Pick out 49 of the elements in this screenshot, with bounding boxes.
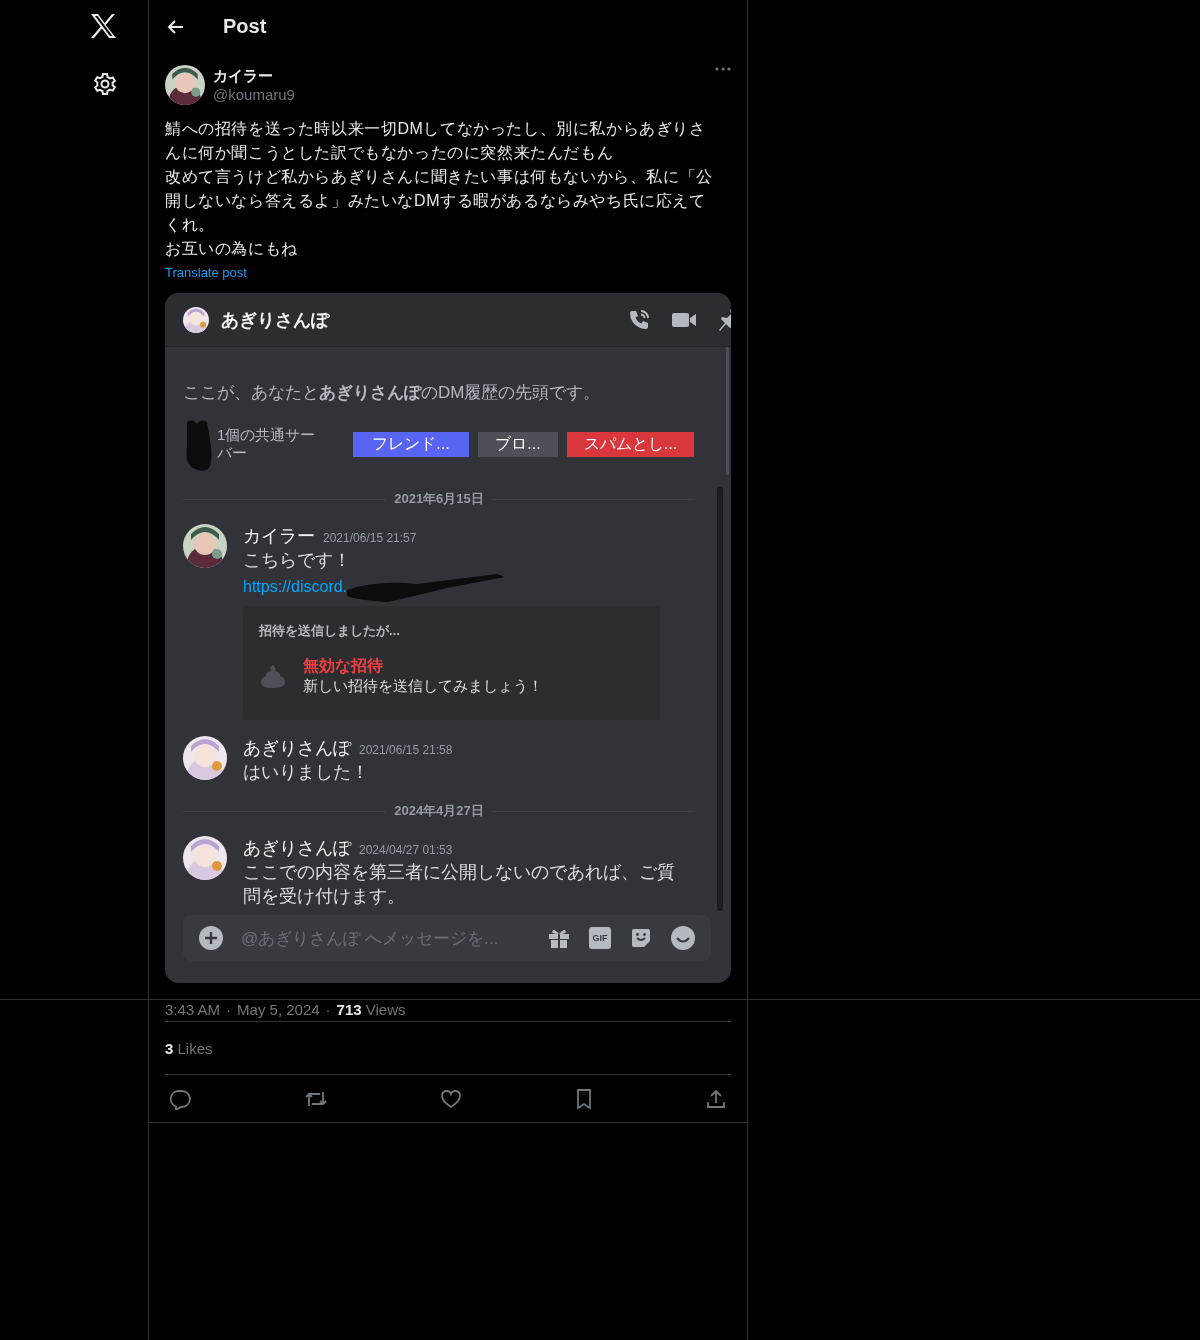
- emoji-icon[interactable]: [671, 926, 695, 950]
- message-text: ここでの内容を第三者に公開しないのであれば、ご質問を受け付けます。: [243, 861, 675, 908]
- likes-count[interactable]: 3 Likes: [165, 1039, 213, 1057]
- sticker-icon[interactable]: [629, 926, 653, 950]
- x-logo-icon[interactable]: [89, 12, 117, 40]
- view-count: 713 Views: [336, 1000, 406, 1018]
- author-name[interactable]: カイラー: [213, 67, 295, 86]
- separator-dot: ·: [325, 1000, 331, 1018]
- message-text: こちらです！: [243, 549, 352, 572]
- invite-title: 無効な招待: [303, 656, 384, 677]
- message-author[interactable]: あぎりさんぽ: [243, 836, 351, 860]
- message-time: 2024/04/27 01:53: [359, 843, 453, 857]
- message-author[interactable]: あぎりさんぽ: [243, 736, 351, 760]
- message-time: 2021/06/15 21:57: [323, 531, 417, 545]
- bookmark-icon[interactable]: [574, 1087, 593, 1110]
- channel-name: あぎりさんぽ: [221, 308, 331, 332]
- add-friend-button[interactable]: フレンド...: [353, 431, 469, 457]
- like-icon[interactable]: [440, 1087, 462, 1110]
- blob-icon: [259, 663, 287, 689]
- message-text: はいりました！: [243, 761, 370, 784]
- reply-icon[interactable]: [169, 1087, 191, 1110]
- add-icon: [199, 926, 223, 950]
- message-time: 2021/06/15 21:58: [359, 743, 453, 757]
- separator-dot: ·: [226, 1000, 232, 1018]
- message-author[interactable]: カイラー: [243, 524, 315, 548]
- phone-icon: [627, 307, 651, 332]
- author-handle[interactable]: @koumaru9: [213, 86, 295, 103]
- post-time: 3:43 AM: [165, 1000, 221, 1018]
- post-date: May 5, 2024: [237, 1000, 320, 1018]
- scrollbar[interactable]: [717, 487, 723, 911]
- invite-subtitle: 新しい招待を送信してみましょう！: [303, 677, 543, 696]
- date-divider: 2024年4月27日: [394, 802, 484, 820]
- gif-button[interactable]: GIF: [589, 927, 611, 949]
- intro-text: ここが、あなたとあぎりさんぽのDM履歴の先頭です。: [183, 382, 602, 404]
- date-divider: 2021年6月15日: [394, 490, 484, 508]
- post-text: 改めて言うけど私からあぎりさんに聞きたい事は何もないから、私に「公開しないなら答えるよ」みたいなDMする暇があるならみやち氏に応えてくれ。: [165, 167, 714, 235]
- mutual-servers[interactable]: 1個の共通サーバー: [217, 426, 327, 462]
- scrollbar[interactable]: [726, 347, 729, 475]
- page-title: Post: [223, 15, 267, 38]
- share-icon[interactable]: [705, 1087, 727, 1110]
- invite-heading: 招待を送信しましたが...: [259, 622, 401, 640]
- report-spam-button[interactable]: スパムとし...: [567, 431, 694, 457]
- block-button[interactable]: ブロ...: [478, 431, 558, 457]
- post-text: 鯖への招待を送った時以来一切DMしてなかったし、別に私からあぎりさんに何か聞こうとした訳でもなかったのに突然来たんだもん: [165, 119, 707, 163]
- post-text: お互いの為にもね: [165, 239, 299, 259]
- more-icon[interactable]: [715, 67, 731, 71]
- settings-icon[interactable]: [93, 72, 117, 96]
- invite-link[interactable]: https://discord.: [243, 578, 348, 596]
- translate-link[interactable]: Translate post: [165, 265, 247, 280]
